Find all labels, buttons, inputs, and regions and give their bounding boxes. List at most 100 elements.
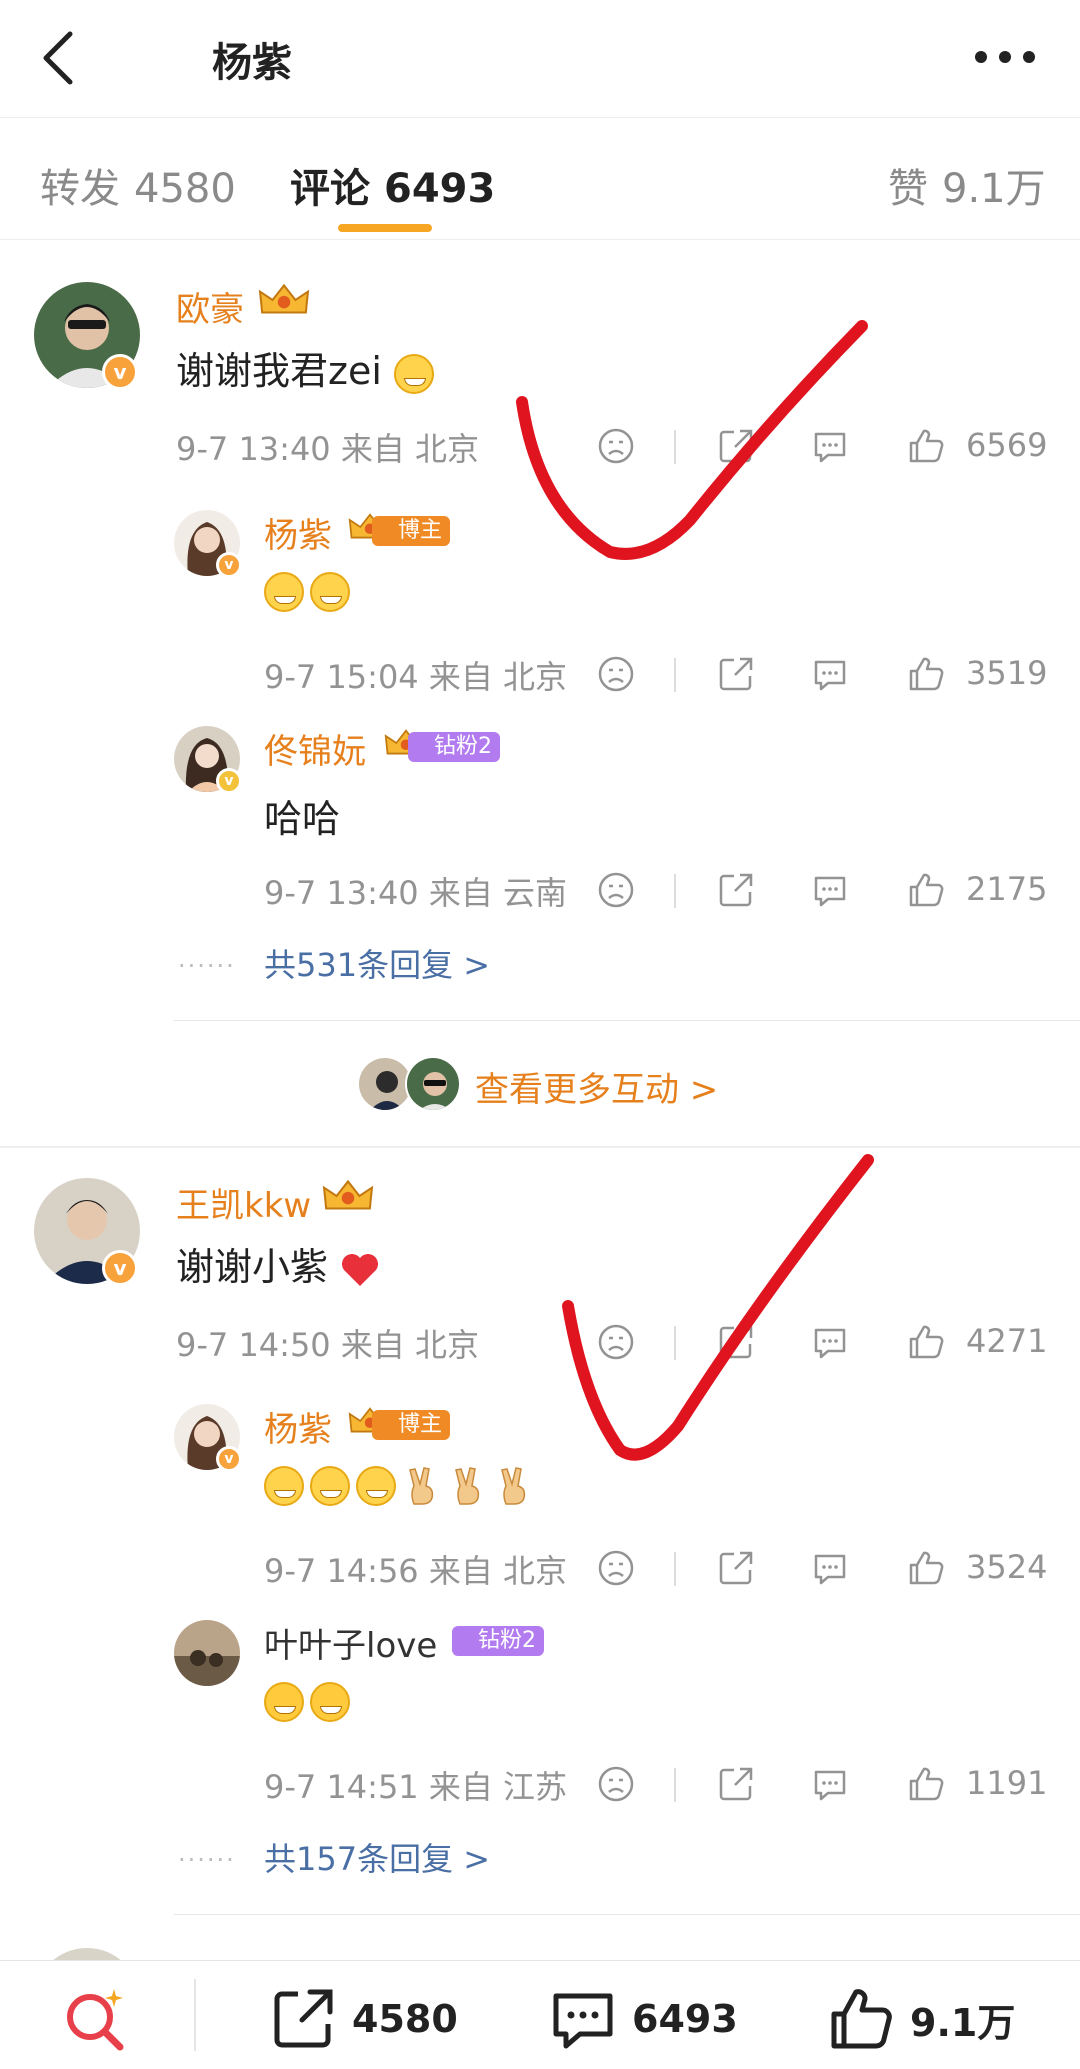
tab-likes[interactable]: 赞 9.1万 — [888, 156, 1046, 214]
reply-emoji-row — [264, 572, 350, 612]
dislike-icon[interactable] — [596, 1322, 636, 1362]
verified-badge-icon: v — [216, 552, 242, 578]
share-icon[interactable] — [716, 1548, 756, 1588]
view-replies-link[interactable]: 共531条回复 > — [264, 940, 490, 986]
grin-emoji-icon — [356, 1466, 396, 1506]
tab-comments[interactable]: 评论 6493 — [290, 156, 495, 214]
share-icon[interactable] — [716, 870, 756, 910]
like-count: 2175 — [966, 870, 1048, 908]
like-icon[interactable] — [906, 1548, 946, 1588]
reply-actions: 2175 — [0, 870, 1080, 914]
comment-icon[interactable] — [810, 870, 850, 910]
comment-actions: 4271 — [0, 1322, 1080, 1366]
comment-icon[interactable] — [810, 1764, 850, 1804]
like-icon[interactable] — [906, 870, 946, 910]
grin-emoji-icon — [393, 353, 434, 394]
smile-emoji-icon — [264, 572, 304, 612]
comment-button[interactable]: 6493 — [548, 1983, 738, 2055]
like-icon[interactable] — [906, 654, 946, 694]
dislike-icon[interactable] — [596, 1548, 636, 1588]
divider — [674, 430, 676, 464]
dislike-icon[interactable] — [596, 870, 636, 910]
comment-icon[interactable] — [810, 1548, 850, 1588]
divider — [174, 1914, 1080, 1915]
page-title: 杨紫 — [212, 40, 292, 86]
author-tag: 博主 — [372, 516, 451, 546]
username[interactable]: 王凯kkw — [176, 1178, 311, 1227]
top-bar: 杨紫 — [0, 0, 1080, 118]
avatar[interactable] — [174, 1620, 240, 1686]
share-icon — [274, 1989, 333, 2048]
comment-actions: 6569 — [0, 426, 1080, 470]
divider — [674, 658, 676, 692]
username[interactable]: 杨紫 — [264, 508, 332, 557]
like-button[interactable]: 9.1万 — [826, 1983, 1015, 2055]
smile-emoji-icon — [310, 572, 350, 612]
dotted-leader: ······ — [178, 952, 236, 980]
fan-tag: 钻粉2 — [408, 732, 500, 762]
tab-bar: 转发 4580 评论 6493 赞 9.1万 — [0, 118, 1080, 240]
share-icon[interactable] — [716, 426, 756, 466]
like-count: 3524 — [966, 1548, 1048, 1586]
like-count: 6569 — [966, 426, 1048, 464]
share-icon[interactable] — [716, 1322, 756, 1362]
reply-actions: 3519 — [0, 654, 1080, 698]
active-tab-indicator — [338, 224, 432, 232]
red-checkmark-annotation — [562, 1154, 874, 1461]
more-options-icon[interactable] — [974, 50, 1036, 64]
search-icon[interactable] — [60, 1983, 132, 2055]
username[interactable]: 杨紫 — [264, 1402, 332, 1451]
divider — [674, 1552, 676, 1586]
view-replies-link[interactable]: 共157条回复 > — [264, 1834, 490, 1880]
divider — [194, 1979, 196, 2051]
like-icon[interactable] — [906, 1764, 946, 1804]
username[interactable]: 叶叶子love — [264, 1618, 437, 1667]
divider — [674, 1326, 676, 1360]
tab-reposts[interactable]: 转发 4580 — [40, 156, 236, 214]
comment-icon[interactable] — [810, 426, 850, 466]
victory-hand-icon — [409, 1467, 434, 1505]
fan-level-crown-icon — [322, 1176, 374, 1216]
fan-tag: 钻粉2 — [452, 1626, 544, 1656]
comment-icon[interactable] — [810, 654, 850, 694]
share-icon[interactable] — [716, 1764, 756, 1804]
share-button[interactable]: 4580 — [268, 1983, 458, 2055]
reply-text: 哈哈 — [264, 797, 341, 841]
back-arrow-icon[interactable] — [38, 30, 78, 86]
dotted-leader: ······ — [178, 1846, 236, 1874]
author-tag: 博主 — [372, 1410, 451, 1440]
like-icon[interactable] — [906, 426, 946, 466]
reply-emoji-row — [264, 1682, 350, 1722]
red-heart-icon — [342, 1253, 379, 1286]
more-interactions-button[interactable]: 查看更多互动 > — [357, 1050, 737, 1120]
section-divider — [0, 1146, 1080, 1148]
fan-level-crown-icon — [258, 280, 310, 320]
avatar — [405, 1056, 461, 1112]
more-interactions-label: 查看更多互动 > — [475, 1070, 719, 1110]
username[interactable]: 欧豪 — [176, 282, 244, 331]
victory-hand-icon — [501, 1467, 526, 1505]
comment-text: 谢谢小紫 — [176, 1236, 380, 1291]
reply-actions: 3524 — [0, 1548, 1080, 1592]
share-icon[interactable] — [716, 654, 756, 694]
crying-laugh-emoji-icon — [264, 1682, 304, 1722]
like-count: 4271 — [966, 1322, 1048, 1360]
dislike-icon[interactable] — [596, 1764, 636, 1804]
dislike-icon[interactable] — [596, 654, 636, 694]
verified-badge-icon: v — [216, 768, 242, 794]
victory-hand-icon — [455, 1467, 480, 1505]
verified-badge-icon: v — [216, 1446, 242, 1472]
comment-icon — [553, 1993, 613, 2049]
dislike-icon[interactable] — [596, 426, 636, 466]
divider — [674, 874, 676, 908]
divider — [674, 1768, 676, 1802]
verified-badge-icon: v — [102, 354, 138, 390]
crying-laugh-emoji-icon — [310, 1682, 350, 1722]
comment-icon[interactable] — [810, 1322, 850, 1362]
reply-emoji-row — [264, 1466, 534, 1506]
like-icon[interactable] — [906, 1322, 946, 1362]
username[interactable]: 佟锦妧 — [264, 724, 366, 773]
divider — [174, 1020, 1080, 1021]
like-icon — [831, 1989, 892, 2049]
reply-actions: 1191 — [0, 1764, 1080, 1808]
